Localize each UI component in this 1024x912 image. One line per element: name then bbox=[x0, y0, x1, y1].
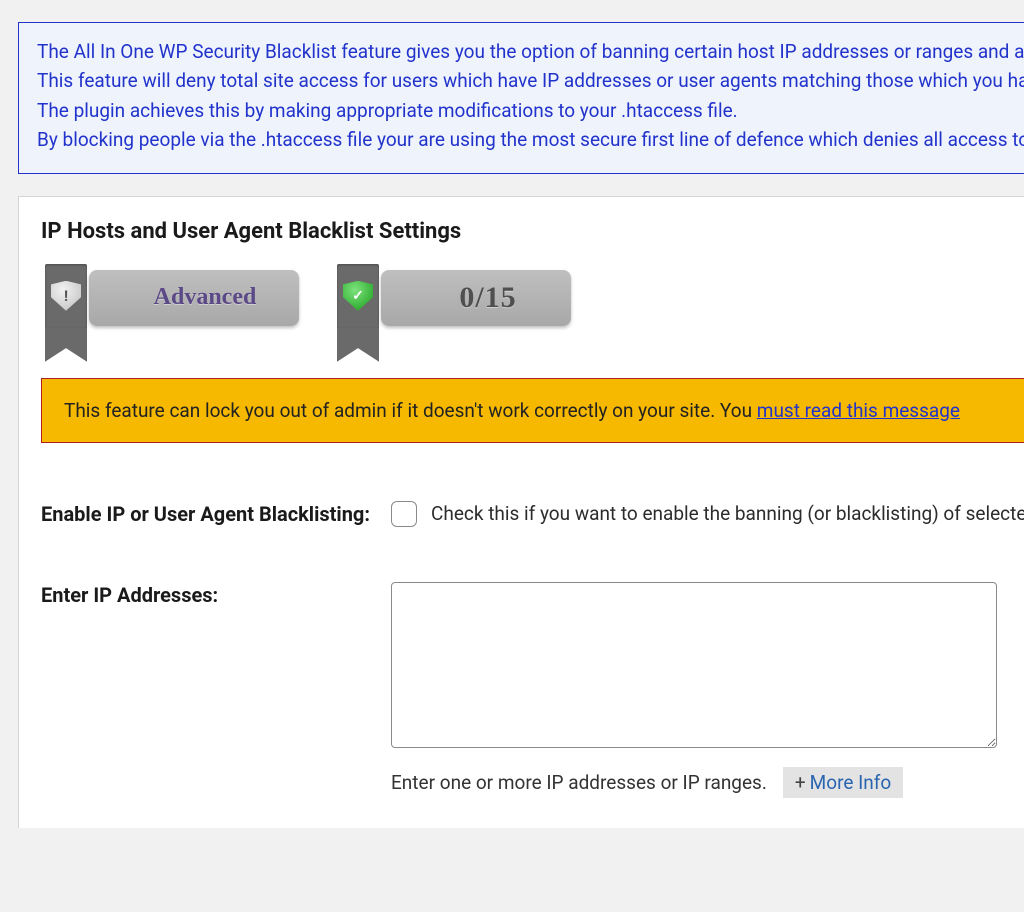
shield-warning-icon: ! bbox=[51, 281, 81, 311]
security-score-label: 0/15 bbox=[435, 281, 516, 315]
warning-readme-link[interactable]: must read this message bbox=[757, 399, 960, 422]
enable-blacklisting-checkbox[interactable] bbox=[391, 501, 417, 527]
lockout-warning-notice: This feature can lock you out of admin i… bbox=[41, 378, 1024, 443]
enable-blacklisting-label: Enable IP or User Agent Blacklisting: bbox=[41, 501, 391, 528]
info-line: By blocking people via the .htaccess fil… bbox=[37, 125, 1006, 154]
security-level-badge: ! Advanced bbox=[41, 270, 299, 334]
enable-blacklisting-control[interactable]: Check this if you want to enable the ban… bbox=[391, 501, 1024, 527]
panel-title: IP Hosts and User Agent Blacklist Settin… bbox=[41, 219, 1002, 244]
more-info-button[interactable]: +More Info bbox=[783, 767, 903, 798]
ip-addresses-label: Enter IP Addresses: bbox=[41, 582, 391, 609]
ip-addresses-help-row: Enter one or more IP addresses or IP ran… bbox=[391, 767, 1002, 798]
enable-blacklisting-row: Enable IP or User Agent Blacklisting: Ch… bbox=[41, 501, 1002, 528]
ip-addresses-help-text: Enter one or more IP addresses or IP ran… bbox=[391, 771, 767, 794]
blacklist-settings-panel: IP Hosts and User Agent Blacklist Settin… bbox=[18, 196, 1024, 828]
info-line: The All In One WP Security Blacklist fea… bbox=[37, 37, 1006, 66]
ip-addresses-row: Enter IP Addresses: Enter one or more IP… bbox=[41, 582, 1002, 798]
info-line: The plugin achieves this by making appro… bbox=[37, 96, 1006, 125]
security-badges-row: ! Advanced ✓ 0/15 bbox=[41, 270, 1002, 334]
security-level-label: Advanced bbox=[132, 284, 257, 311]
security-score-badge: ✓ 0/15 bbox=[333, 270, 571, 334]
ip-addresses-textarea[interactable] bbox=[391, 582, 997, 748]
plus-icon: + bbox=[795, 771, 806, 794]
shield-check-icon: ✓ bbox=[343, 281, 373, 311]
feature-description-notice: The All In One WP Security Blacklist fea… bbox=[18, 22, 1024, 174]
enable-blacklisting-description: Check this if you want to enable the ban… bbox=[431, 502, 1024, 525]
warning-text: This feature can lock you out of admin i… bbox=[64, 399, 757, 422]
more-info-label: More Info bbox=[810, 771, 892, 794]
info-line: This feature will deny total site access… bbox=[37, 66, 1006, 95]
